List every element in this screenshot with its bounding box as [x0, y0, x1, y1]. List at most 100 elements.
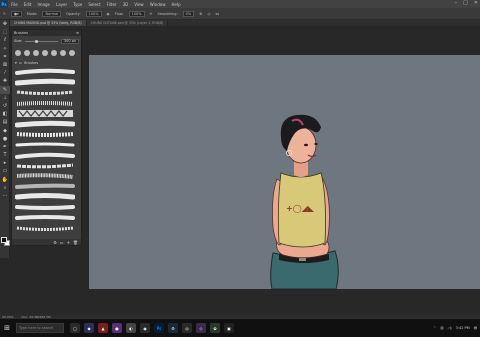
hand-tool-icon[interactable]: ✋ [0, 176, 10, 184]
volume-icon[interactable]: ◁) [448, 326, 452, 330]
pressure-opacity-icon[interactable]: ◉ [107, 12, 110, 16]
brush-preset[interactable] [15, 202, 78, 212]
brush-preset[interactable] [15, 171, 78, 181]
windows-start-icon[interactable]: ⊞ [0, 319, 14, 337]
app-icon[interactable]: ◐ [126, 323, 136, 333]
panel-menu-icon[interactable]: ≡ [76, 31, 79, 35]
menu-view[interactable]: View [131, 2, 147, 7]
clock[interactable]: 3:42 PM [456, 326, 470, 330]
mode-select[interactable]: Normal [42, 10, 62, 17]
brush-preset[interactable] [15, 181, 78, 191]
new-group-icon[interactable]: ▭ [60, 240, 64, 245]
opacity-field[interactable]: 100% [85, 10, 102, 17]
move-tool-icon[interactable]: ✥ [0, 20, 10, 28]
flow-field[interactable]: 100% [128, 10, 145, 17]
crop-tool-icon[interactable]: ⌗ [0, 53, 10, 61]
brush-preset[interactable] [15, 129, 78, 139]
size-slider[interactable] [25, 39, 58, 43]
close-icon[interactable]: ✕ [474, 0, 478, 6]
brush-preset[interactable] [15, 88, 78, 98]
recent-brush[interactable] [60, 50, 66, 56]
recent-brush[interactable] [24, 50, 30, 56]
foreground-color-swatch[interactable] [1, 237, 7, 243]
brush-preset[interactable] [15, 192, 78, 202]
task-view-icon[interactable]: ▢ [70, 323, 80, 333]
menu-select[interactable]: Select [85, 2, 103, 7]
menu-type[interactable]: Type [70, 2, 85, 7]
healing-brush-tool-icon[interactable]: ✚ [0, 77, 10, 85]
airbrush-icon[interactable]: ✈ [150, 12, 153, 16]
chevron-up-icon[interactable]: ⌃ [433, 326, 436, 330]
menu-3d[interactable]: 3D [120, 2, 132, 7]
gradient-tool-icon[interactable]: ▤ [0, 118, 10, 126]
app-icon[interactable]: ◆ [84, 323, 94, 333]
recent-brush[interactable] [15, 50, 21, 56]
recent-brush[interactable] [51, 50, 57, 56]
photoshop-logo-icon[interactable]: Ps [0, 0, 8, 8]
notifications-icon[interactable]: ▤ [474, 326, 477, 330]
dodge-tool-icon[interactable]: ● [0, 135, 10, 143]
brush-preset[interactable] [15, 223, 78, 233]
menu-filter[interactable]: Filter [104, 2, 120, 7]
app-icon[interactable]: ▣ [224, 323, 234, 333]
minimize-icon[interactable]: – [455, 0, 458, 6]
brush-preset[interactable] [15, 67, 78, 77]
eraser-tool-icon[interactable]: ◧ [0, 110, 10, 118]
app-icon[interactable]: ◎ [182, 323, 192, 333]
delete-brush-icon[interactable]: 🗑 [73, 240, 78, 245]
document-canvas[interactable]: +◯◢◣ [89, 55, 480, 289]
menu-image[interactable]: Image [34, 2, 53, 7]
brush-preset[interactable] [15, 150, 78, 160]
steam-icon[interactable]: ⚙ [168, 323, 178, 333]
brush-tool-icon[interactable]: ✎ [3, 12, 6, 16]
new-brush-icon[interactable]: + [67, 240, 70, 245]
network-icon[interactable]: ▥ [440, 326, 443, 330]
zoom-tool-icon[interactable]: ⌕ [0, 184, 10, 192]
brush-tool-icon[interactable]: ✎ [0, 85, 10, 94]
rectangle-tool-icon[interactable]: ▭ [0, 167, 10, 175]
taskbar-search-input[interactable]: Type here to search [16, 323, 64, 333]
settings-gear-icon[interactable]: ⚙ [199, 12, 202, 16]
size-slider-knob[interactable] [35, 39, 39, 43]
brush-preset[interactable] [15, 109, 78, 119]
brush-preset[interactable] [15, 119, 78, 129]
recent-brush[interactable] [33, 50, 39, 56]
toggle-brush-settings-icon[interactable]: ⚙ [53, 240, 57, 245]
menu-help[interactable]: Help [168, 2, 183, 7]
recent-brush[interactable] [69, 50, 75, 56]
lasso-tool-icon[interactable]: ℓ [0, 36, 10, 44]
pressure-size-icon[interactable]: ◎ [207, 12, 210, 16]
brush-preset[interactable] [15, 161, 78, 171]
chevron-down-icon[interactable]: ▾ [15, 61, 17, 65]
menu-window[interactable]: Window [147, 2, 169, 7]
size-field[interactable]: 300 px [60, 38, 79, 44]
symmetry-icon[interactable]: ⋈ [215, 12, 219, 16]
history-brush-tool-icon[interactable]: ↺ [0, 102, 10, 110]
menu-edit[interactable]: Edit [21, 2, 35, 7]
more-tools-icon[interactable]: ⋯ [0, 192, 10, 200]
pen-tool-icon[interactable]: ✒ [0, 143, 10, 151]
frame-tool-icon[interactable]: ⊠ [0, 61, 10, 69]
blur-tool-icon[interactable]: ◆ [0, 126, 10, 134]
app-icon[interactable]: ◇ [196, 323, 206, 333]
eyedropper-tool-icon[interactable]: ⁄ [0, 69, 10, 77]
brush-preset[interactable] [15, 98, 78, 108]
maximize-icon[interactable]: □ [463, 0, 468, 6]
chrome-icon[interactable]: ◉ [140, 323, 150, 333]
marquee-tool-icon[interactable]: ⬚ [0, 28, 10, 36]
type-tool-icon[interactable]: T [0, 151, 10, 159]
menu-file[interactable]: File [8, 2, 21, 7]
brush-preset[interactable] [15, 77, 78, 87]
brush-preset-picker[interactable]: ●▾ [10, 10, 22, 17]
path-select-tool-icon[interactable]: ▸ [0, 159, 10, 167]
app-icon[interactable]: ● [112, 323, 122, 333]
menu-layer[interactable]: Layer [53, 2, 70, 7]
photoshop-taskbar-icon[interactable]: Ps [154, 323, 164, 333]
recent-brush[interactable] [42, 50, 48, 56]
quick-select-tool-icon[interactable]: ✧ [0, 45, 10, 53]
app-icon[interactable]: ▲ [98, 323, 108, 333]
brush-preset[interactable] [15, 212, 78, 222]
brush-preset[interactable] [15, 140, 78, 150]
app-icon[interactable]: ✿ [210, 323, 220, 333]
smoothing-field[interactable]: 0% [182, 10, 195, 17]
